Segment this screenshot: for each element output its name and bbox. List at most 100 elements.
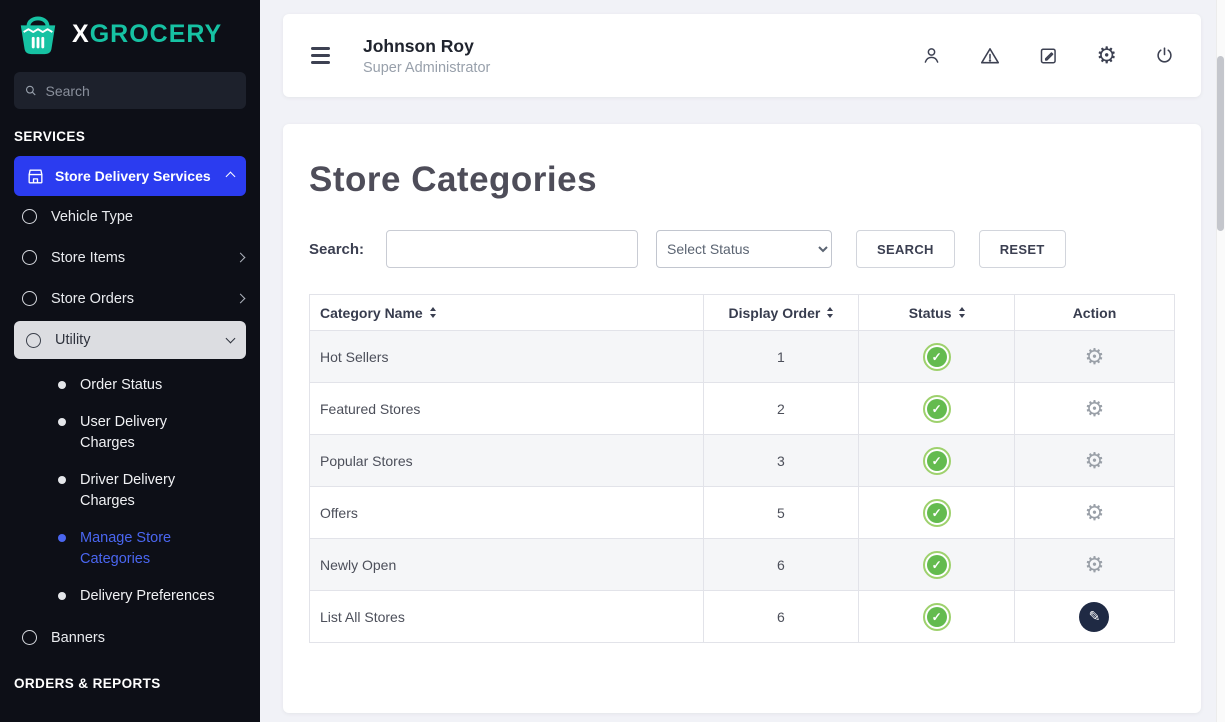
sidebar-item-driver-delivery-charges[interactable]: Driver Delivery Charges — [0, 462, 260, 520]
sidebar-item-label: Order Status — [80, 375, 162, 396]
display-order: 2 — [703, 383, 859, 435]
table-header-row: Category Name Display Order Status Actio… — [310, 295, 1175, 331]
status-active-icon[interactable]: ✓ — [923, 603, 951, 631]
sidebar-item-label: Delivery Preferences — [80, 586, 215, 607]
bullet-icon — [58, 418, 66, 426]
settings-icon[interactable]: ⚙ — [1096, 44, 1117, 67]
top-header: Johnson Roy Super Administrator ⚙ — [283, 14, 1201, 97]
edit-log-icon[interactable] — [1038, 45, 1059, 66]
page-title: Store Categories — [309, 160, 1175, 200]
sidebar-item-label: Store Delivery Services — [55, 168, 211, 184]
status-active-icon[interactable]: ✓ — [923, 343, 951, 371]
sidebar-item-label: Driver Delivery Charges — [80, 470, 218, 512]
page-scrollbar[interactable] — [1216, 0, 1225, 722]
search-label: Search: — [309, 241, 364, 258]
category-name: Offers — [310, 487, 704, 539]
bullet-icon — [58, 476, 66, 484]
sort-icon[interactable] — [827, 307, 833, 318]
row-settings-icon[interactable]: ⚙ — [1085, 554, 1105, 576]
display-order: 5 — [703, 487, 859, 539]
circle-icon — [22, 291, 37, 306]
services-section-label: SERVICES — [14, 129, 246, 144]
store-icon — [26, 167, 45, 186]
column-action: Action — [1014, 295, 1174, 331]
circle-icon — [22, 209, 37, 224]
category-name: Popular Stores — [310, 435, 704, 487]
chevron-right-icon — [236, 294, 246, 304]
alerts-icon[interactable] — [979, 45, 1001, 67]
store-categories-panel: Store Categories Search: Select Status S… — [283, 124, 1201, 713]
sidebar-item-label: Store Orders — [51, 291, 134, 307]
chevron-up-icon — [226, 171, 236, 181]
display-order: 1 — [703, 331, 859, 383]
category-name: Featured Stores — [310, 383, 704, 435]
sidebar-item-store-orders[interactable]: Store Orders — [0, 278, 260, 319]
orders-reports-section-label: ORDERS & REPORTS — [14, 676, 246, 691]
brand-name: XGROCERY — [72, 20, 222, 49]
sort-icon[interactable] — [430, 307, 436, 318]
sidebar-item-order-status[interactable]: Order Status — [0, 367, 260, 404]
menu-toggle-icon[interactable] — [309, 43, 332, 67]
search-button[interactable]: SEARCH — [856, 230, 955, 268]
sidebar-search[interactable] — [14, 72, 246, 109]
display-order: 6 — [703, 591, 859, 643]
circle-icon — [26, 333, 41, 348]
sidebar-item-banners[interactable]: Banners — [0, 617, 260, 658]
sidebar: XGROCERY SERVICES Store Delivery Service… — [0, 0, 260, 722]
main-area: Johnson Roy Super Administrator ⚙ — [260, 0, 1225, 722]
status-select[interactable]: Select Status — [656, 230, 832, 268]
status-active-icon[interactable]: ✓ — [923, 551, 951, 579]
sidebar-item-delivery-preferences[interactable]: Delivery Preferences — [0, 578, 260, 615]
sidebar-item-store-delivery-services[interactable]: Store Delivery Services — [14, 156, 246, 196]
brand-rest: GROCERY — [90, 20, 222, 48]
header-icons: ⚙ — [921, 44, 1175, 67]
status-active-icon[interactable]: ✓ — [923, 447, 951, 475]
brand-logo[interactable]: XGROCERY — [0, 0, 260, 64]
row-settings-icon[interactable]: ⚙ — [1085, 346, 1105, 368]
sidebar-item-label: User Delivery Charges — [80, 412, 218, 454]
table-row: List All Stores 6 ✓ ✎ — [310, 591, 1175, 643]
sidebar-search-input[interactable] — [45, 83, 236, 99]
circle-icon — [22, 250, 37, 265]
brand-x: X — [72, 20, 90, 48]
user-name: Johnson Roy — [363, 36, 490, 57]
sidebar-item-store-items[interactable]: Store Items — [0, 237, 260, 278]
basket-icon — [14, 12, 62, 56]
profile-icon[interactable] — [921, 45, 942, 66]
category-name: Newly Open — [310, 539, 704, 591]
sidebar-item-vehicle-type[interactable]: Vehicle Type — [0, 196, 260, 237]
sidebar-item-label: Vehicle Type — [51, 209, 133, 225]
display-order: 3 — [703, 435, 859, 487]
user-block: Johnson Roy Super Administrator — [363, 36, 490, 76]
sort-icon[interactable] — [959, 307, 965, 318]
table-row: Offers 5 ✓ ⚙ — [310, 487, 1175, 539]
bullet-icon — [58, 534, 66, 542]
sidebar-item-user-delivery-charges[interactable]: User Delivery Charges — [0, 404, 260, 462]
column-status[interactable]: Status — [859, 295, 1015, 331]
circle-icon — [22, 630, 37, 645]
sidebar-item-manage-store-categories[interactable]: Manage Store Categories — [0, 520, 260, 578]
table-row: Hot Sellers 1 ✓ ⚙ — [310, 331, 1175, 383]
reset-button[interactable]: RESET — [979, 230, 1066, 268]
sidebar-item-label: Banners — [51, 630, 105, 646]
display-order: 6 — [703, 539, 859, 591]
categories-table: Category Name Display Order Status Actio… — [309, 294, 1175, 643]
table-row: Featured Stores 2 ✓ ⚙ — [310, 383, 1175, 435]
logout-icon[interactable] — [1154, 45, 1175, 66]
column-display-order[interactable]: Display Order — [703, 295, 859, 331]
user-role: Super Administrator — [363, 60, 490, 76]
chevron-right-icon — [236, 253, 246, 263]
row-edit-icon[interactable]: ✎ — [1079, 602, 1109, 632]
category-search-input[interactable] — [386, 230, 638, 268]
sidebar-item-label: Manage Store Categories — [80, 528, 218, 570]
table-row: Popular Stores 3 ✓ ⚙ — [310, 435, 1175, 487]
column-category-name[interactable]: Category Name — [310, 295, 704, 331]
row-settings-icon[interactable]: ⚙ — [1085, 502, 1105, 524]
row-settings-icon[interactable]: ⚙ — [1085, 398, 1105, 420]
status-active-icon[interactable]: ✓ — [923, 395, 951, 423]
sidebar-item-utility[interactable]: Utility — [14, 321, 246, 359]
status-active-icon[interactable]: ✓ — [923, 499, 951, 527]
bullet-icon — [58, 381, 66, 389]
scrollbar-thumb[interactable] — [1217, 56, 1224, 231]
row-settings-icon[interactable]: ⚙ — [1085, 450, 1105, 472]
